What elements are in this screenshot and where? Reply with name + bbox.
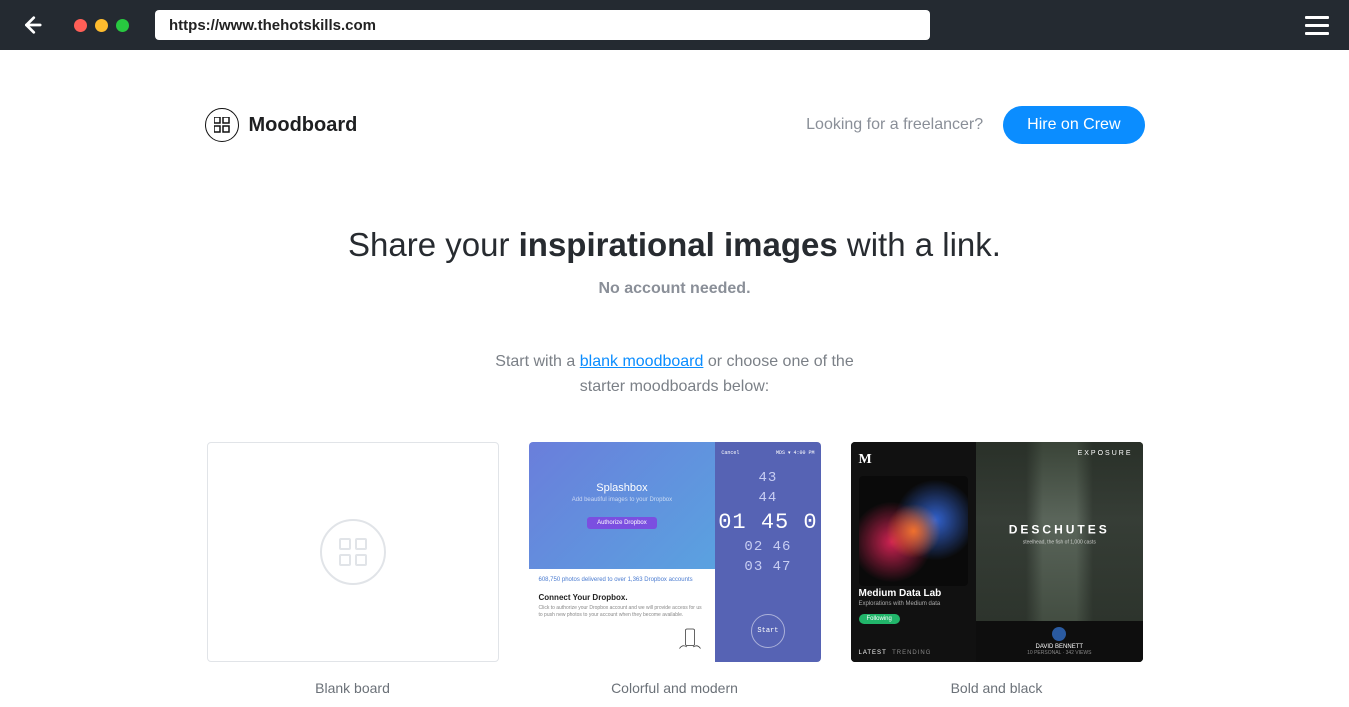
freelancer-prompt: Looking for a freelancer? <box>806 116 983 134</box>
browser-chrome: https://www.thehotskills.com <box>0 0 1349 50</box>
brand-name: Moodboard <box>249 114 358 136</box>
hero-title-pre: Share your <box>348 226 519 263</box>
card-bold-black[interactable]: M Medium Data Lab Explorations with Medi… <box>851 442 1143 696</box>
thumb-colorful: Splashbox Add beautiful images to your D… <box>529 442 821 662</box>
hero-title: Share your inspirational images with a l… <box>205 226 1145 264</box>
hero-subtitle: No account needed. <box>205 280 1145 298</box>
site-header: Moodboard Looking for a freelancer? Hire… <box>205 50 1145 154</box>
minimize-window-icon[interactable] <box>95 19 108 32</box>
menu-button[interactable] <box>1305 16 1329 35</box>
cm-statusbar: MDS ▾ 4:00 PM <box>776 450 815 456</box>
cm-num-big: 01 45 0 <box>718 510 817 535</box>
cm-num: 02 46 <box>744 539 791 555</box>
hero: Share your inspirational images with a l… <box>205 226 1145 298</box>
thumb-blank <box>207 442 499 662</box>
bb-center-label: DESCHUTES steelhead, the fish of 1,000 c… <box>1009 522 1110 545</box>
cm-hero-title: Splashbox <box>596 482 647 494</box>
hands-phone-icon <box>675 626 705 656</box>
card-blank-board[interactable]: Blank board <box>207 442 499 696</box>
url-text: https://www.thehotskills.com <box>169 17 376 34</box>
bb-tab: LATEST <box>859 650 887 656</box>
cm-section-desc: Click to authorize your Dropbox account … <box>539 605 706 618</box>
url-bar[interactable]: https://www.thehotskills.com <box>155 10 930 40</box>
bb-left-title: Medium Data Lab <box>859 588 969 599</box>
bb-left-sub: Explorations with Medium data <box>859 601 969 607</box>
starter-pre: Start with a <box>495 353 579 370</box>
cm-timer-numbers: 43 44 01 45 0 02 46 03 47 <box>718 470 817 575</box>
starter-line2: starter moodboards below: <box>580 378 769 395</box>
header-cta-group: Looking for a freelancer? Hire on Crew <box>806 106 1144 144</box>
bb-author-sub: 10 PERSONAL · 342 VIEWS <box>984 650 1134 656</box>
cm-num: 03 47 <box>744 559 791 575</box>
thumb-bold: M Medium Data Lab Explorations with Medi… <box>851 442 1143 662</box>
bb-tabs: LATEST TRENDING <box>859 650 932 656</box>
card-label: Bold and black <box>951 680 1043 696</box>
starter-post1: or choose one of the <box>703 353 853 370</box>
brand-logo-icon <box>205 108 239 142</box>
medium-logo-icon: M <box>859 452 969 468</box>
bb-center-sub: steelhead, the fish of 1,000 casts <box>1009 539 1110 545</box>
bb-center-title: DESCHUTES <box>1009 522 1110 536</box>
cm-section-title: Connect Your Dropbox. <box>539 593 706 602</box>
data-swirl-graphic <box>859 476 969 586</box>
blank-moodboard-link[interactable]: blank moodboard <box>580 353 704 370</box>
avatar-icon <box>1052 627 1066 641</box>
window-controls <box>74 19 129 32</box>
cm-cancel: Cancel <box>721 450 739 456</box>
back-button[interactable] <box>20 14 44 36</box>
card-label: Blank board <box>315 680 390 696</box>
page-content: Moodboard Looking for a freelancer? Hire… <box>0 50 1349 707</box>
hero-title-bold: inspirational images <box>519 226 838 263</box>
hero-title-post: with a link. <box>838 226 1001 263</box>
cm-num: 43 <box>759 470 778 486</box>
starter-text: Start with a blank moodboard or choose o… <box>205 350 1145 400</box>
bb-bottom-strip: DAVID BENNETT 10 PERSONAL · 342 VIEWS <box>976 621 1142 662</box>
cm-start-button: Start <box>751 614 785 648</box>
cm-hero-button: Authorize Dropbox <box>587 517 657 529</box>
close-window-icon[interactable] <box>74 19 87 32</box>
hire-on-crew-button[interactable]: Hire on Crew <box>1003 106 1144 144</box>
bb-tab: TRENDING <box>892 650 931 656</box>
bb-follow-badge: Following <box>859 614 900 624</box>
cm-num: 44 <box>759 490 778 506</box>
bb-right-toplabel: EXPOSURE <box>1078 450 1133 457</box>
cm-stats-line: 608,750 photos delivered to over 1,363 D… <box>539 577 706 583</box>
card-colorful-modern[interactable]: Splashbox Add beautiful images to your D… <box>529 442 821 696</box>
brand[interactable]: Moodboard <box>205 108 358 142</box>
template-grid: Blank board Splashbox Add beautiful imag… <box>205 442 1145 696</box>
maximize-window-icon[interactable] <box>116 19 129 32</box>
blank-grid-icon <box>320 519 386 585</box>
card-label: Colorful and modern <box>611 680 738 696</box>
cm-hero-sub: Add beautiful images to your Dropbox <box>572 497 672 503</box>
